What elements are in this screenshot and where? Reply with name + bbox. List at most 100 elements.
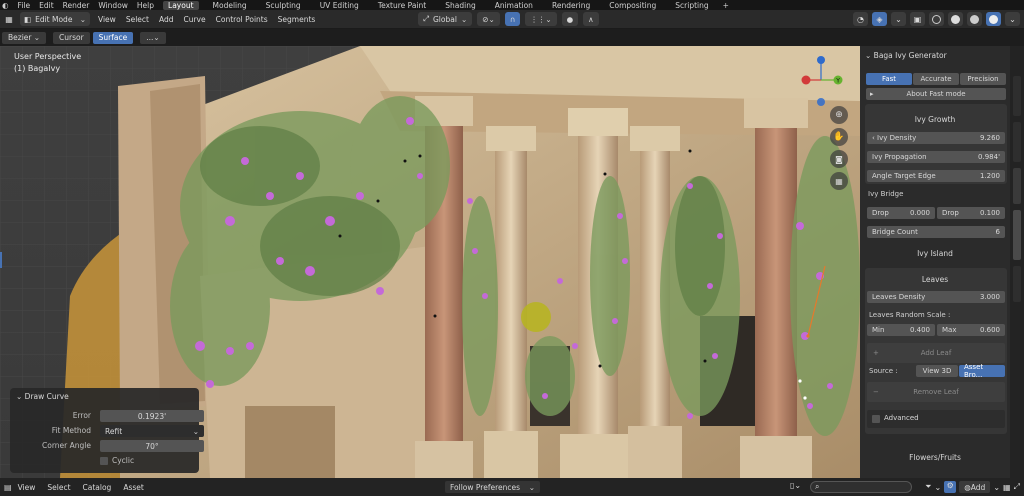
ivy-density-field[interactable]: ‹ Ivy Density 9.260 xyxy=(867,132,1005,144)
import-method-dropdown[interactable]: Follow Preferences ⌄ xyxy=(445,481,540,493)
snap-target-dropdown[interactable]: ⋮⋮⌄ xyxy=(525,12,557,26)
more-options-button[interactable]: ... ⌄ xyxy=(140,31,166,44)
overlay-toggle[interactable]: ◈ xyxy=(872,12,887,26)
header-menu-select[interactable]: Select xyxy=(126,15,149,24)
leaves-density-value: 3.000 xyxy=(979,293,1000,301)
curve-type-dropdown[interactable]: Bezier ⌄ xyxy=(2,31,46,44)
header-menu-view[interactable]: View xyxy=(98,15,116,24)
depth-cursor-button[interactable]: Cursor xyxy=(53,31,90,44)
status-menu-view[interactable]: View xyxy=(18,483,36,492)
header-menu-curve[interactable]: Curve xyxy=(183,15,205,24)
drop-min-field[interactable]: Drop 0.000 xyxy=(867,207,935,219)
workspace-tab-layout[interactable]: Layout xyxy=(163,0,199,10)
header-menu-control-points[interactable]: Control Points xyxy=(216,15,268,24)
menu-help[interactable]: Help xyxy=(137,1,154,10)
tab-tool[interactable] xyxy=(1013,122,1021,162)
leaves-density-field[interactable]: Leaves Density 3.000 xyxy=(867,291,1005,303)
status-menu-catalog[interactable]: Catalog xyxy=(83,483,112,492)
zoom-icon[interactable]: ⊕ xyxy=(830,106,848,124)
tab-baga-ivy[interactable] xyxy=(1013,210,1021,260)
status-menu-asset[interactable]: Asset xyxy=(123,483,144,492)
workspace-tab-uv-editing[interactable]: UV Editing xyxy=(315,1,364,10)
rendered-shading-button[interactable] xyxy=(986,12,1001,26)
angle-target-label: Angle Target Edge xyxy=(872,172,936,180)
editor-type-icon[interactable]: ▦ xyxy=(2,12,16,26)
bridge-count-field[interactable]: Bridge Count 6 xyxy=(867,226,1005,238)
sidebar-tabs xyxy=(1010,46,1024,478)
xray-toggle[interactable]: ▣ xyxy=(910,12,925,26)
menu-render[interactable]: Render xyxy=(63,1,90,10)
flowers-fruits-header[interactable]: Flowers/Fruits xyxy=(865,453,1005,462)
workspace-tab-animation[interactable]: Animation xyxy=(490,1,538,10)
editor-type-icon[interactable]: ▤ xyxy=(4,483,12,492)
fit-method-dropdown[interactable]: Refit ⌄ xyxy=(100,425,204,437)
header-menu-add[interactable]: Add xyxy=(159,15,174,24)
about-fast-mode-button[interactable]: ▸ About Fast mode xyxy=(866,88,1006,100)
grid-view-icon[interactable]: ▦ xyxy=(1003,483,1011,492)
asset-search-input[interactable]: ⌕ xyxy=(810,481,912,493)
status-menu-select[interactable]: Select xyxy=(47,483,70,492)
settings-gear-icon[interactable]: ⚙ xyxy=(944,481,957,493)
draw-curve-title[interactable]: ⌄ Draw Curve xyxy=(16,392,69,401)
remove-leaf-button[interactable]: − Remove Leaf xyxy=(867,382,1005,402)
depth-surface-button[interactable]: Surface xyxy=(92,31,134,44)
workspace-tab-rendering[interactable]: Rendering xyxy=(547,1,595,10)
source-view3d-button[interactable]: View 3D xyxy=(916,365,958,377)
proportional-edit-toggle[interactable]: ● xyxy=(561,12,579,26)
pivot-point-dropdown[interactable]: ⊘⌄ xyxy=(477,12,500,26)
3d-viewport[interactable]: User Perspective (1) BagaIvy Y ⊕ ✋ ◙ ▦ ⌄… xyxy=(0,46,860,478)
add-leaf-button[interactable]: + Add Leaf xyxy=(867,343,1005,363)
menu-edit[interactable]: Edit xyxy=(39,1,54,10)
gizmo-toggle[interactable]: ◔ xyxy=(853,12,868,26)
snap-toggle[interactable]: ∩ xyxy=(504,12,521,26)
workspace-tab-sculpting[interactable]: Sculpting xyxy=(261,1,306,10)
corner-angle-field[interactable]: 70° xyxy=(100,440,204,452)
tab-item[interactable] xyxy=(1013,76,1021,116)
random-min-field[interactable]: Min 0.400 xyxy=(867,324,935,336)
fit-method-value: Refit xyxy=(105,426,123,436)
advanced-checkbox[interactable] xyxy=(872,415,880,423)
addon-title[interactable]: ⌄ Baga Ivy Generator xyxy=(865,51,947,60)
transform-orientation-dropdown[interactable]: ⤢ Global ⌄ xyxy=(418,12,473,26)
advanced-toggle[interactable]: Advanced xyxy=(867,410,1005,428)
angle-target-edge-field[interactable]: Angle Target Edge 1.200 xyxy=(867,170,1005,182)
mode-fast-button[interactable]: Fast xyxy=(866,73,912,85)
random-max-field[interactable]: Max 0.600 xyxy=(937,324,1005,336)
addon-title-text: Baga Ivy Generator xyxy=(873,51,947,60)
mode-accurate-button[interactable]: Accurate xyxy=(913,73,959,85)
grid-view-icon[interactable]: ▦ xyxy=(830,172,848,190)
error-field[interactable]: 0.1923' xyxy=(100,410,204,422)
workspace-tab-compositing[interactable]: Compositing xyxy=(604,1,661,10)
tab-view[interactable] xyxy=(1013,168,1021,204)
add-workspace-button[interactable]: + xyxy=(723,1,729,10)
falloff-dropdown[interactable]: ∧ xyxy=(583,12,599,26)
source-asset-browser-button[interactable]: Asset Bro... xyxy=(959,363,1005,379)
ivy-propagation-field[interactable]: Ivy Propagation 0.984' xyxy=(867,151,1005,163)
menu-window[interactable]: Window xyxy=(98,1,128,10)
drop-max-field[interactable]: Drop 0.100 xyxy=(937,207,1005,219)
fullscreen-icon[interactable]: ⤢ xyxy=(1014,482,1020,492)
workspace-tab-modeling[interactable]: Modeling xyxy=(208,1,252,10)
material-shading-button[interactable] xyxy=(967,12,982,26)
add-asset-button[interactable]: ◍ Add xyxy=(959,481,991,493)
pan-hand-icon[interactable]: ✋ xyxy=(830,128,848,146)
mode-selector[interactable]: ◧ Edit Mode ⌄ xyxy=(20,12,90,26)
header-menu-segments[interactable]: Segments xyxy=(278,15,316,24)
overlay-dropdown[interactable]: ⌄ xyxy=(891,12,906,26)
blender-logo-icon[interactable]: ◐ xyxy=(2,1,9,10)
mode-label: Edit Mode xyxy=(35,14,73,24)
filter-icon[interactable]: ▯⌄ xyxy=(790,481,801,490)
wireframe-shading-button[interactable] xyxy=(929,12,944,26)
filter-funnel-icon[interactable]: ⏷ xyxy=(925,482,931,492)
workspace-tab-texture-paint[interactable]: Texture Paint xyxy=(373,1,431,10)
shading-options-dropdown[interactable]: ⌄ xyxy=(1005,12,1020,26)
camera-icon[interactable]: ◙ xyxy=(830,150,848,168)
mode-precision-button[interactable]: Precision xyxy=(960,73,1006,85)
workspace-tab-shading[interactable]: Shading xyxy=(440,1,480,10)
menu-file[interactable]: File xyxy=(18,1,31,10)
ivy-island-header[interactable]: Ivy Island xyxy=(865,249,1005,258)
workspace-tab-scripting[interactable]: Scripting xyxy=(670,1,713,10)
tab-edit[interactable] xyxy=(1013,266,1021,302)
cyclic-checkbox[interactable] xyxy=(100,457,108,465)
solid-shading-button[interactable] xyxy=(948,12,963,26)
